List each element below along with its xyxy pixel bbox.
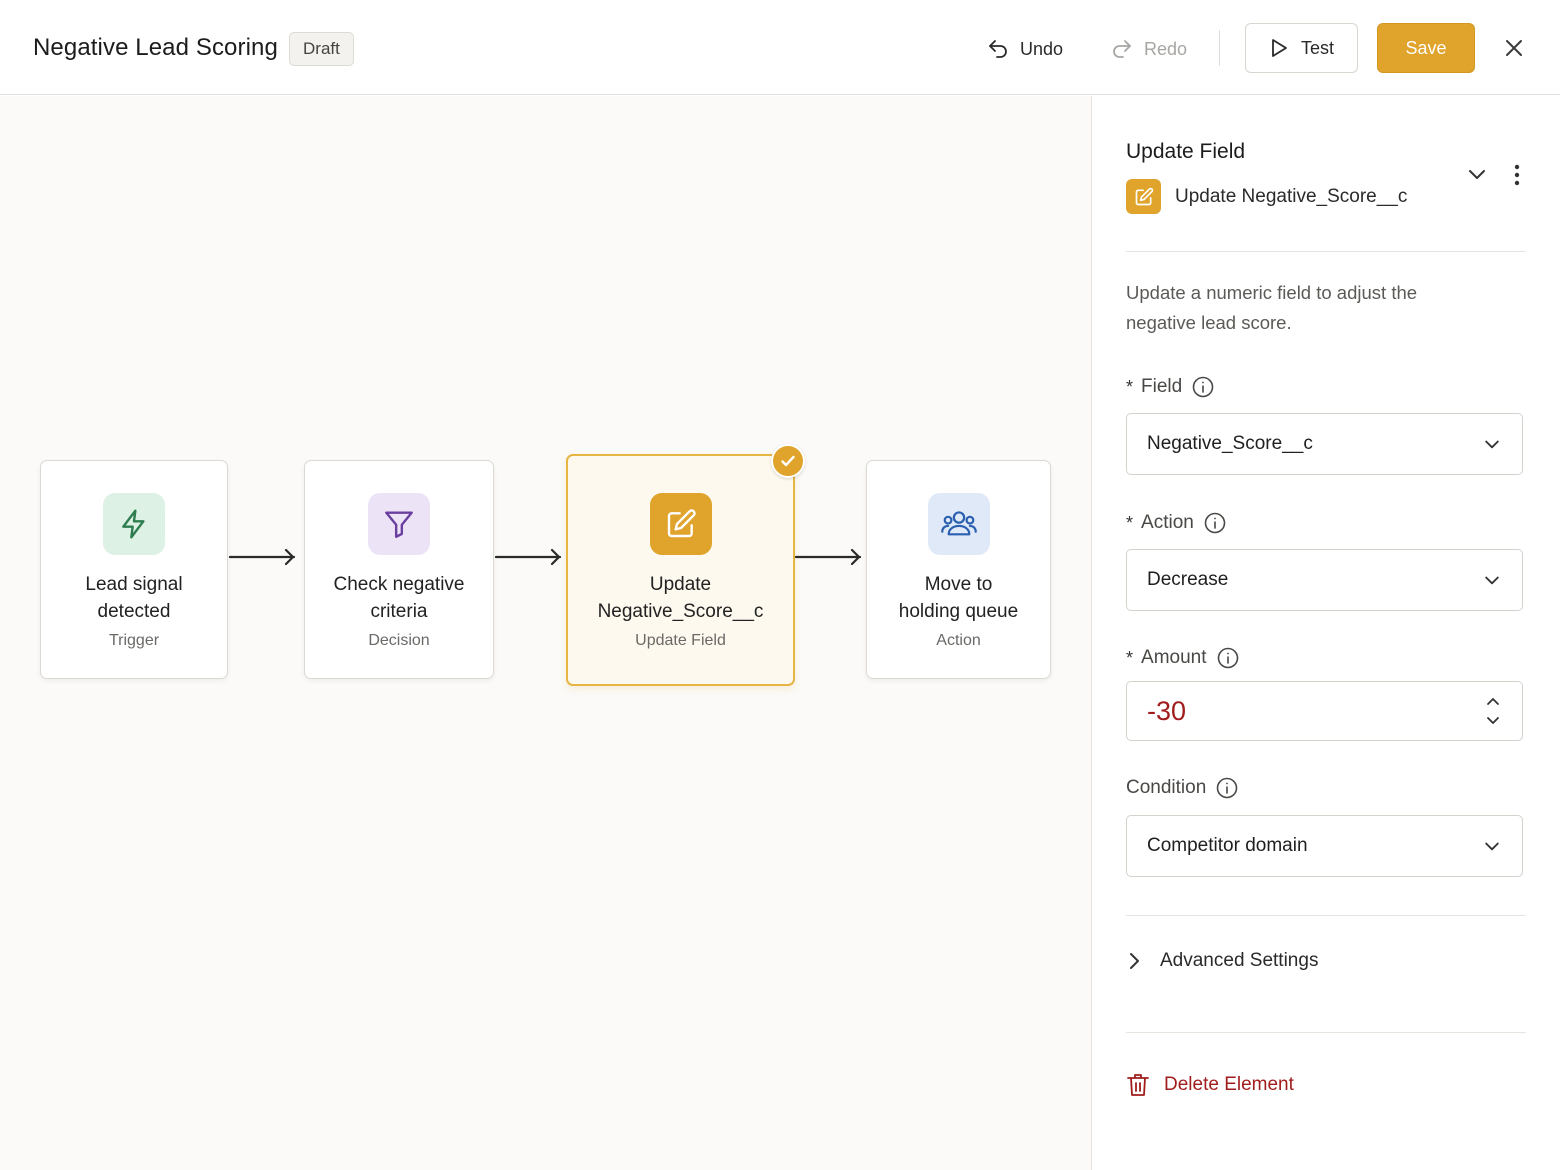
edit-icon (1135, 187, 1153, 205)
advanced-settings-label: Advanced Settings (1160, 950, 1319, 971)
chevron-down-icon (1485, 842, 1499, 851)
panel-divider (1126, 251, 1526, 252)
amount-value: -30 (1147, 695, 1187, 726)
field-select-value: Negative_Score__c (1147, 433, 1313, 454)
trigger-icon-tile (103, 493, 165, 555)
action-label: * Action (1126, 512, 1226, 534)
info-icon[interactable] (1192, 376, 1214, 398)
flow-node-trigger[interactable]: Lead signal detected Trigger (40, 460, 228, 679)
element-name: Update Negative_Score__c (1175, 186, 1408, 207)
play-icon (1272, 39, 1287, 57)
page-title: Negative Lead Scoring (33, 34, 278, 61)
node-title: Lead signal detected (85, 574, 183, 622)
action-icon-tile (927, 493, 990, 555)
filter-icon (385, 511, 413, 538)
chevron-right-icon (1130, 953, 1139, 969)
chevron-down-icon (1485, 440, 1499, 449)
delete-element-label: Delete Element (1164, 1074, 1294, 1095)
redo-button[interactable]: Redo (1110, 30, 1187, 68)
users-icon (940, 511, 977, 536)
redo-label: Redo (1144, 38, 1188, 59)
toolbar-divider (1219, 30, 1220, 66)
node-title: Move to holding queue (898, 574, 1019, 622)
panel-divider (1126, 1032, 1526, 1033)
condition-select[interactable]: Competitor domain (1126, 815, 1523, 877)
field-select[interactable]: Negative_Score__c (1126, 413, 1523, 475)
condition-select-value: Competitor domain (1147, 835, 1308, 856)
trash-icon (1127, 1074, 1149, 1096)
action-select-value: Decrease (1147, 569, 1229, 590)
node-type: Decision (368, 632, 430, 649)
field-label: * Field (1126, 376, 1214, 398)
selected-check-badge (771, 444, 805, 478)
flow-node-update-field[interactable]: Update Negative_Score__c Update Field (566, 454, 795, 686)
chevron-down-icon (1485, 576, 1499, 585)
collapse-chevron-icon[interactable] (1465, 162, 1489, 186)
decision-icon-tile (368, 493, 430, 555)
amount-stepper[interactable]: -30 (1126, 681, 1523, 741)
undo-label: Undo (1020, 38, 1064, 59)
redo-icon (1113, 40, 1131, 58)
undo-button[interactable]: Undo (986, 30, 1063, 68)
edit-icon (667, 509, 696, 538)
advanced-settings-toggle[interactable]: Advanced Settings (1126, 950, 1318, 972)
panel-description: Update a numeric field to adjust the neg… (1126, 282, 1418, 333)
check-icon (781, 455, 795, 467)
delete-element-button[interactable]: Delete Element (1126, 1072, 1294, 1098)
panel-title: Update Field (1126, 140, 1246, 163)
connector-arrow (229, 548, 296, 566)
test-label: Test (1300, 37, 1334, 58)
save-button[interactable]: Save (1377, 23, 1475, 73)
node-title: Check negative criteria (333, 574, 465, 622)
connector-arrow (795, 548, 862, 566)
status-badge: Draft (289, 32, 354, 66)
more-options-icon[interactable] (1507, 162, 1527, 188)
node-title: Update Negative_Score__c (597, 574, 764, 622)
node-type: Action (936, 632, 981, 649)
flow-node-action[interactable]: Move to holding queue Action (866, 460, 1051, 679)
update-field-icon-tile (649, 493, 712, 555)
info-icon[interactable] (1217, 647, 1239, 669)
close-button[interactable] (1500, 34, 1528, 62)
undo-icon (989, 40, 1007, 58)
flow-node-decision[interactable]: Check negative criteria Decision (304, 460, 494, 679)
close-icon (1506, 40, 1522, 56)
lightning-icon (122, 509, 145, 539)
action-select[interactable]: Decrease (1126, 549, 1523, 611)
info-icon[interactable] (1216, 777, 1238, 799)
node-type: Update Field (635, 632, 726, 649)
panel-divider (1126, 915, 1526, 916)
connector-arrow (495, 548, 562, 566)
amount-label: * Amount (1126, 647, 1239, 669)
test-button[interactable]: Test (1245, 23, 1358, 73)
properties-panel: Update Field Update Negative_Score__c Up… (1091, 96, 1560, 1170)
top-bar: Negative Lead Scoring Draft Undo Redo Te… (0, 0, 1560, 95)
node-type: Trigger (108, 632, 160, 649)
info-icon[interactable] (1204, 512, 1226, 534)
condition-label: Condition (1126, 777, 1238, 799)
stepper-arrows-icon[interactable] (1484, 694, 1502, 728)
element-type-icon-tile (1126, 179, 1161, 214)
